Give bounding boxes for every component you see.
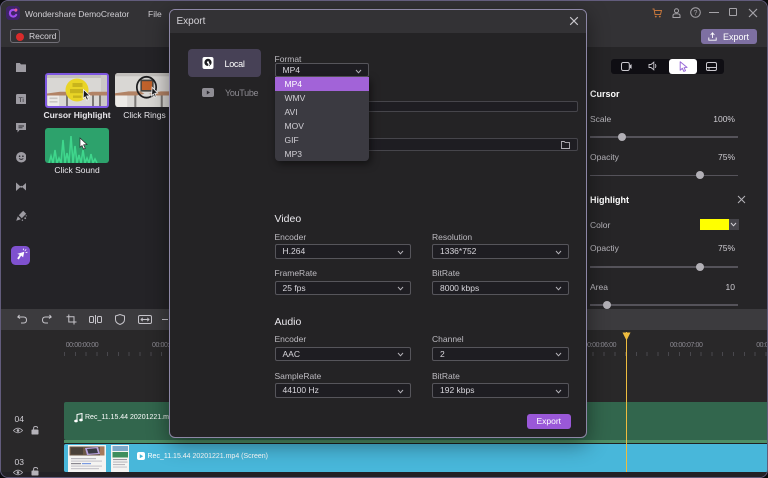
svg-text:?: ?: [694, 10, 698, 17]
svg-text:Ti: Ti: [18, 96, 23, 103]
